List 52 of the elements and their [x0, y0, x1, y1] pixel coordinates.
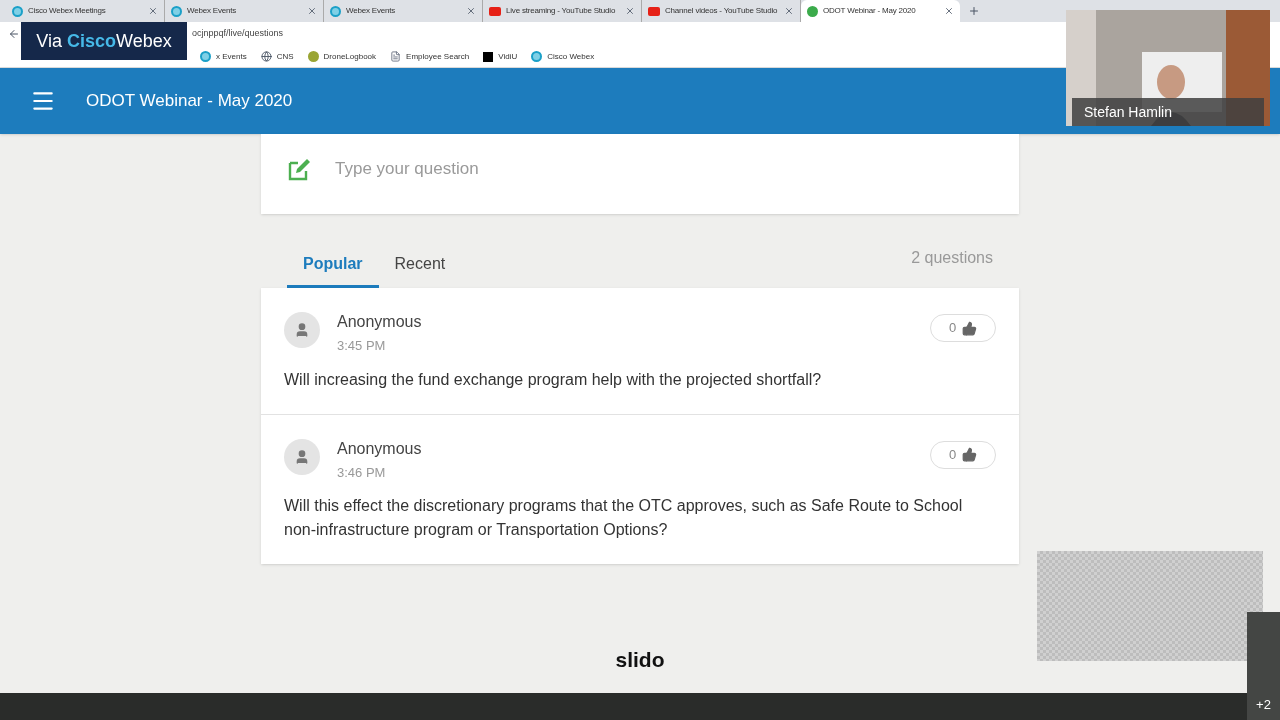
tab-title: Live streaming - YouTube Studio [506, 5, 617, 17]
tab-title: Webex Events [346, 5, 397, 17]
close-icon[interactable] [944, 6, 954, 16]
question-time: 3:45 PM [337, 337, 387, 355]
tab-title: Cisco Webex Meetings [28, 5, 107, 17]
tab-title: Webex Events [187, 5, 238, 17]
close-icon[interactable] [148, 6, 158, 16]
brand-badge: Via CiscoWebex [21, 22, 187, 60]
play-icon [489, 6, 501, 16]
globe-icon [12, 5, 23, 17]
browser-tab[interactable]: ODOT Webinar - May 2020 [801, 0, 960, 22]
bookmark[interactable]: Employee Search [390, 50, 470, 63]
author-name: Anonymous [337, 438, 422, 459]
pencil-icon [287, 157, 311, 181]
author-name: Anonymous [337, 312, 422, 332]
globe-icon [171, 5, 182, 17]
thumbs-up-icon [962, 320, 978, 336]
tab-title: ODOT Webinar - May 2020 [823, 5, 917, 17]
address-text[interactable]: ocjnppqf/live/questions [192, 27, 284, 41]
bookmark[interactable]: CNS [260, 50, 294, 63]
thumbs-up-icon [962, 447, 978, 462]
bookmark[interactable]: Cisco Webex [531, 50, 595, 63]
slido-logo: slido [615, 646, 665, 673]
question-input[interactable]: Type your question [335, 156, 993, 182]
close-icon[interactable] [784, 6, 794, 16]
tab-title: Channel videos - YouTube Studio [665, 5, 779, 17]
page-title: ODOT Webinar - May 2020 [86, 90, 293, 113]
close-icon[interactable] [625, 6, 635, 16]
new-tab-icon[interactable] [968, 5, 980, 17]
globe-icon [531, 51, 543, 62]
bookmark[interactable]: DroneLogbook [307, 50, 377, 63]
back-icon[interactable] [8, 28, 20, 40]
avatar-icon [284, 312, 320, 348]
bookmark[interactable]: x Events [200, 50, 247, 63]
bookmark[interactable]: VidiU [483, 50, 518, 63]
question-text: Will this effect the discretionary programs that the OTC approves, such as Safe Route to School non-infrastructure program or Transportation Options? [284, 496, 964, 540]
close-icon[interactable] [307, 6, 317, 16]
participants-panel[interactable]: +2 [1247, 612, 1280, 720]
globe-icon [200, 51, 211, 62]
play-icon [648, 6, 660, 16]
page-icon [390, 51, 402, 62]
globe-icon [330, 5, 341, 17]
square-icon [483, 51, 494, 62]
close-icon[interactable] [466, 6, 476, 16]
question-field[interactable]: Type your question [261, 134, 1019, 214]
question-text: Will increasing the fund exchange program help with the projected shortfall? [284, 369, 823, 390]
question-time: 3:46 PM [337, 463, 387, 482]
avatar-icon [284, 438, 320, 475]
participant-name: Stefan Hamlin [1084, 102, 1172, 122]
question-count: 2 questions [911, 248, 993, 268]
globe-icon [260, 51, 272, 62]
sort-tab[interactable]: Recent [378, 242, 462, 288]
